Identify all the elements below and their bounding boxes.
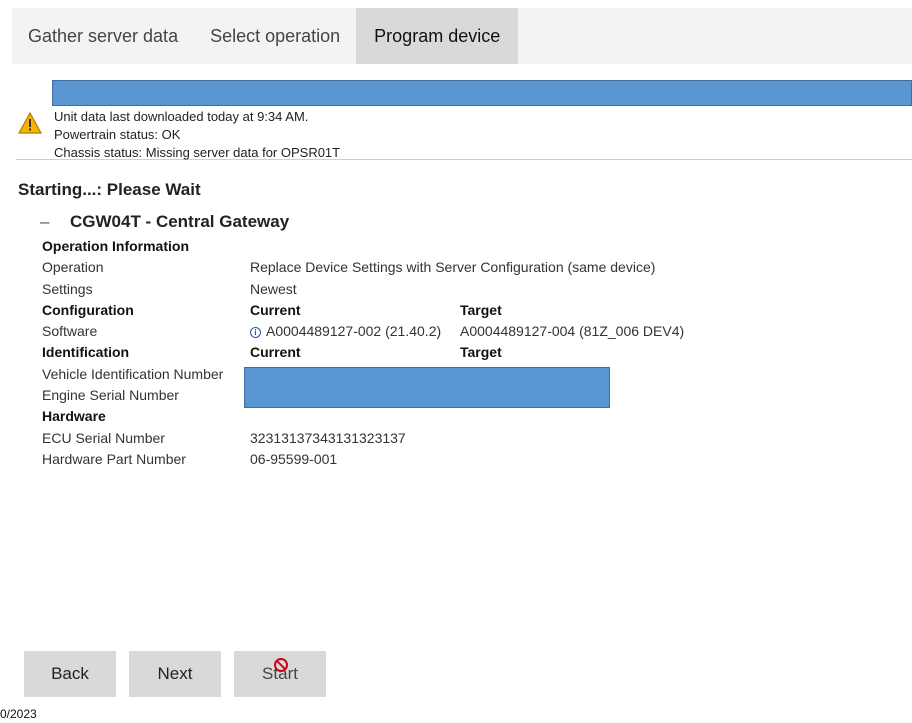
status-lines: Unit data last downloaded today at 9:34 … (54, 108, 340, 162)
warning-icon (18, 112, 42, 134)
detail-current-text: Replace Device Settings with Server Conf… (250, 259, 656, 276)
detail-current: Current (250, 344, 301, 360)
detail-current: 32313137343131323137 (250, 430, 406, 446)
device-details: Operation Information Operation Replace De… (42, 238, 762, 472)
tab-bar: Gather server data Select operation Prog… (12, 8, 519, 64)
detail-label: Hardware (42, 408, 106, 425)
detail-label: Configuration (42, 301, 134, 318)
start-button[interactable]: Start (234, 651, 326, 697)
collapse-toggle[interactable]: – (40, 212, 70, 232)
detail-label: ECU Serial Number (42, 429, 165, 446)
footer-date: 0/2023 (0, 707, 37, 721)
starting-message: Starting...: Please Wait (18, 180, 201, 199)
detail-current-text: Current (250, 344, 301, 361)
no-entry-cursor-icon (274, 658, 288, 672)
detail-current-text: A0004489127-002 (21.40.2) (266, 323, 442, 340)
detail-label: Operation Information (42, 238, 189, 254)
detail-current: Newest (250, 281, 297, 297)
detail-row: ECU Serial Number 32313137343131323137 (42, 430, 762, 451)
next-button[interactable]: Next (129, 651, 221, 697)
redacted-region (244, 367, 610, 408)
detail-current-text: 06-95599-001 (250, 450, 338, 467)
detail-target: Target (460, 301, 502, 318)
detail-current-text: Newest (250, 280, 297, 297)
detail-target: A0004489127-004 (81Z_006 DEV4) (460, 323, 685, 340)
detail-label: Software (42, 323, 98, 340)
detail-target: Target (460, 344, 502, 361)
detail-label: Operation (42, 259, 104, 276)
detail-row: Hardware (42, 408, 762, 429)
detail-current: i A0004489127-002 (21.40.2) (250, 323, 441, 339)
progress-bar (52, 80, 912, 106)
detail-row: Operation Replace Device Settings with Se… (42, 259, 762, 280)
detail-row: Software i A0004489127-002 (21.40.2) A00044… (42, 323, 762, 344)
back-button[interactable]: Back (24, 651, 116, 697)
detail-label: Hardware Part Number (42, 450, 186, 467)
device-header: – CGW04T - Central Gateway (40, 212, 289, 232)
detail-label: Engine Serial Number (42, 387, 179, 404)
detail-label: Settings (42, 280, 93, 297)
status-panel: Unit data last downloaded today at 9:34 … (16, 108, 912, 160)
detail-row: Configuration Current Target (42, 302, 762, 323)
detail-current: 06-95599-001 (250, 451, 337, 467)
detail-label: Identification (42, 344, 130, 361)
detail-label: Vehicle Identification Number (42, 365, 224, 382)
tab-select-operation[interactable]: Select operation (194, 8, 356, 64)
powertrain-status: Powertrain status: OK (54, 127, 181, 142)
tab-gather-server-data[interactable]: Gather server data (12, 8, 194, 64)
detail-row: Settings Newest (42, 281, 762, 302)
detail-current-text: 32313137343131323137 (250, 429, 406, 446)
detail-row: Operation Information (42, 238, 762, 259)
device-title: CGW04T - Central Gateway (70, 212, 290, 231)
detail-row: Identification Current Target (42, 344, 762, 365)
detail-current-text: Current (250, 301, 301, 318)
chassis-status: Chassis status: Missing server data for … (54, 145, 341, 160)
download-status: Unit data last downloaded today at 9:34 … (54, 109, 309, 124)
info-icon[interactable]: i (250, 327, 261, 339)
tab-program-device[interactable]: Program device (356, 8, 519, 64)
detail-current: Replace Device Settings with Server Conf… (250, 259, 655, 275)
detail-current: Current (250, 302, 301, 318)
detail-row: Hardware Part Number 06-95599-001 (42, 451, 762, 472)
